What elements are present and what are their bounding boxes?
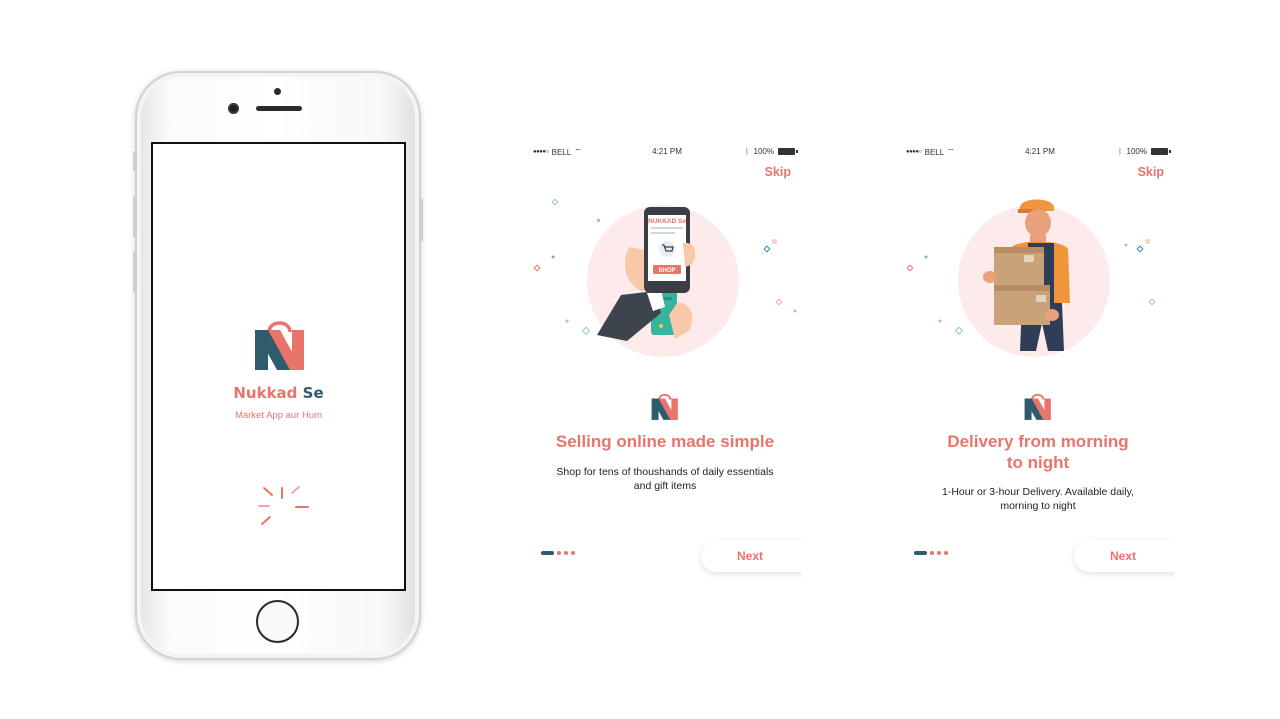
splash-screen: Nukkad Se Market App aur Hum (151, 142, 406, 591)
delivery-illustration (906, 199, 1156, 357)
volume-down-button (133, 251, 137, 293)
page-dot (937, 551, 941, 555)
iphone-mockup: Nukkad Se Market App aur Hum (133, 71, 423, 660)
onboarding-description: 1-Hour or 3-hour Delivery. Available dai… (941, 486, 1134, 512)
volume-up-button (133, 196, 137, 238)
splash-brand-name: Nukkad Se (153, 384, 404, 402)
onboarding-screen-2: ●●●●○ BELL ⌔ 4:21 PM ᛒ 100% Skip Deliver… (902, 143, 1174, 586)
status-bar: ●●●●○ BELL ⌔ 4:21 PM ᛒ 100% (906, 147, 1174, 159)
home-button[interactable] (256, 600, 299, 643)
page-dot (564, 551, 568, 555)
skip-button[interactable]: Skip (1138, 165, 1164, 179)
status-right: ᛒ 100% (744, 147, 798, 156)
page-indicator (914, 551, 948, 555)
onboarding-title: Delivery from morning to night (902, 431, 1174, 473)
page-dot (930, 551, 934, 555)
n-logo-icon (651, 393, 678, 420)
page-dot-active (914, 551, 927, 555)
splash-tagline: Market App aur Hum (234, 410, 323, 421)
next-button[interactable]: Next (1074, 540, 1174, 572)
status-right: ᛒ 100% (1117, 147, 1171, 156)
page-indicator (541, 551, 575, 555)
status-bar: ●●●●○ BELL ⌔ 4:21 PM ᛒ 100% (533, 147, 801, 159)
illus-shop-button: SHOP (658, 268, 675, 274)
n-logo-icon (1024, 393, 1051, 420)
battery-percent: 100% (1126, 147, 1147, 156)
mute-switch (133, 151, 137, 171)
page-dot (571, 551, 575, 555)
next-button[interactable]: Next (701, 540, 801, 572)
battery-icon (778, 148, 798, 155)
spinner-icon (258, 486, 309, 525)
onboarding-title: Selling online made simple (555, 432, 775, 451)
payment-illustration: NUKKAD Se SHOP (533, 198, 797, 357)
battery-icon (1151, 148, 1171, 155)
front-camera (228, 103, 239, 114)
earpiece-speaker (256, 106, 302, 111)
illus-brand: NUKKAD Se (648, 218, 686, 225)
power-button (419, 198, 423, 242)
bluetooth-icon: ᛒ (744, 147, 750, 156)
bluetooth-icon: ᛒ (1117, 147, 1123, 156)
page-dot (944, 551, 948, 555)
onboarding-screen-1: ●●●●○ BELL ⌔ 4:21 PM ᛒ 100% Skip NUKKAD … (529, 143, 801, 586)
battery-percent: 100% (753, 147, 774, 156)
page-dot (557, 551, 561, 555)
proximity-sensor (274, 88, 281, 95)
page-dot-active (541, 551, 554, 555)
onboarding-title-line-1: Delivery from morning (947, 432, 1129, 451)
skip-button[interactable]: Skip (765, 165, 791, 179)
brand-part-1: Nukkad (233, 384, 303, 402)
onboarding-title-line-2: to night (1006, 453, 1070, 472)
n-logo-icon (255, 321, 304, 370)
onboarding-description: Shop for tens of thoushands of daily ess… (556, 466, 774, 492)
brand-part-2: Se (302, 384, 324, 402)
